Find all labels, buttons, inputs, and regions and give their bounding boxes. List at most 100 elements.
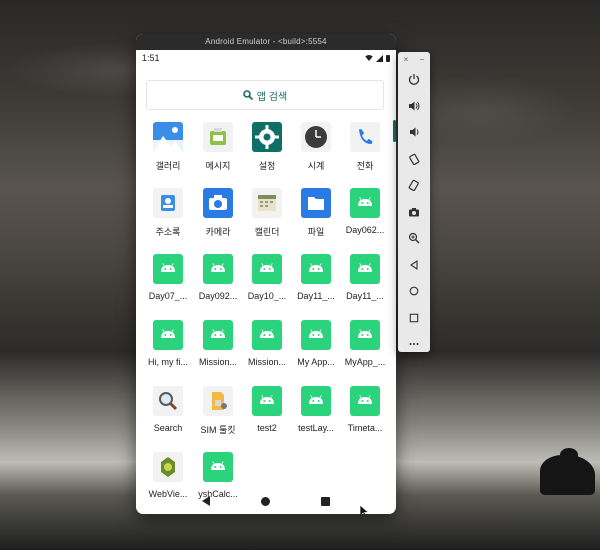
back-icon[interactable]: [398, 252, 430, 279]
volume-down-icon[interactable]: [398, 119, 430, 146]
close-icon[interactable]: ×: [404, 55, 409, 64]
status-bar: 1:51: [136, 50, 396, 66]
search-label: 앱 검색: [256, 91, 288, 103]
app-launcher-item[interactable]: Timeta...: [339, 386, 391, 433]
minimize-icon[interactable]: −: [420, 55, 425, 64]
background-rock-peak: [560, 448, 578, 462]
app-launcher-item[interactable]: 카메라: [192, 188, 244, 238]
app-launcher-item[interactable]: Day10_...: [241, 254, 293, 301]
android-icon: [301, 320, 331, 350]
app-label: Day10_...: [247, 291, 287, 301]
app-launcher-item[interactable]: 전화: [339, 122, 391, 172]
app-launcher-item[interactable]: Mission...: [241, 320, 293, 367]
contacts-icon: [153, 188, 183, 218]
clock-icon: [301, 122, 331, 152]
app-label: testLay...: [298, 423, 334, 433]
nav-home-icon[interactable]: [260, 496, 270, 506]
search-icon: [242, 90, 253, 100]
app-launcher-item[interactable]: Mission...: [192, 320, 244, 367]
android-icon: [203, 452, 233, 482]
app-label: Mission...: [198, 357, 237, 367]
app-label: Day11_...: [297, 291, 335, 301]
gallery-icon: [153, 122, 183, 152]
app-label: My App...: [297, 357, 335, 367]
app-launcher-item[interactable]: 메시지: [192, 122, 244, 172]
app-label: Timeta...: [347, 423, 383, 433]
android-icon: [203, 254, 233, 284]
app-launcher-item[interactable]: Day07_...: [142, 254, 194, 301]
status-time: 1:51: [142, 53, 160, 63]
app-label: MyApp_...: [344, 357, 386, 367]
nav-back-icon[interactable]: [201, 496, 210, 506]
app-label: Day11_...: [346, 291, 384, 301]
camera-icon: [203, 188, 233, 218]
app-label: Mission...: [247, 357, 286, 367]
emulator-window: Android Emulator - <build>:5554 1:51 앱 검…: [136, 34, 396, 514]
app-label: 주소록: [155, 227, 181, 237]
rotate-right-icon[interactable]: [398, 172, 430, 199]
android-icon: [350, 320, 380, 350]
mouse-cursor-icon: [360, 505, 369, 514]
messages-icon: [203, 122, 233, 152]
app-launcher-item[interactable]: Day11_...: [290, 254, 342, 301]
app-label: SIM 툴킷: [200, 425, 236, 435]
app-label: 메시지: [205, 161, 231, 171]
app-label: Day062...: [345, 225, 385, 235]
app-label: 캘린더: [254, 227, 280, 237]
app-launcher-item[interactable]: Search: [142, 386, 194, 433]
magnifier-app-icon: [153, 386, 183, 416]
emulator-side-toolbar: × −: [398, 52, 430, 352]
phone-icon: [350, 122, 380, 152]
window-title: Android Emulator - <build>:5554: [136, 34, 396, 50]
app-launcher-item[interactable]: Day092...: [192, 254, 244, 301]
android-icon: [252, 254, 282, 284]
app-launcher-item[interactable]: 갤러리: [142, 122, 194, 172]
home-icon[interactable]: [398, 278, 430, 305]
scroll-indicator: [393, 120, 396, 142]
zoom-icon[interactable]: [398, 225, 430, 252]
app-launcher-item[interactable]: 파일: [290, 188, 342, 238]
app-launcher-item[interactable]: Day062...: [339, 188, 391, 235]
app-launcher-item[interactable]: Day11_...: [339, 254, 391, 301]
app-label: test2: [257, 423, 277, 433]
navigation-bar: [136, 488, 396, 514]
app-label: 시계: [307, 161, 325, 171]
android-icon: [350, 254, 380, 284]
app-label: Hi, my fi...: [148, 357, 188, 367]
android-icon: [203, 320, 233, 350]
more-icon[interactable]: [398, 331, 430, 358]
files-icon: [301, 188, 331, 218]
android-icon: [252, 386, 282, 416]
app-launcher-item[interactable]: 캘린더: [241, 188, 293, 238]
app-search-bar[interactable]: 앱 검색: [146, 80, 384, 110]
app-launcher-item[interactable]: My App...: [290, 320, 342, 367]
app-label: 전화: [356, 161, 374, 171]
android-icon: [350, 386, 380, 416]
app-label: 설정: [258, 161, 276, 171]
android-icon: [252, 320, 282, 350]
rotate-left-icon[interactable]: [398, 146, 430, 173]
sim-toolkit-icon: [203, 386, 233, 416]
app-label: 카메라: [205, 227, 231, 237]
nav-recents-icon[interactable]: [321, 496, 331, 506]
power-icon[interactable]: [398, 66, 430, 93]
android-icon: [153, 320, 183, 350]
app-launcher-item[interactable]: Hi, my fi...: [142, 320, 194, 367]
wifi-icon: [365, 55, 373, 61]
calendar-icon: [252, 188, 282, 218]
app-label: Day092...: [198, 291, 238, 301]
app-launcher-item[interactable]: MyApp_...: [339, 320, 391, 367]
app-launcher-item[interactable]: test2: [241, 386, 293, 433]
camera-screenshot-icon[interactable]: [398, 199, 430, 226]
signal-icon: [376, 54, 383, 62]
overview-icon[interactable]: [398, 305, 430, 332]
app-launcher-item[interactable]: SIM 툴킷: [192, 386, 244, 436]
app-launcher-item[interactable]: testLay...: [290, 386, 342, 433]
android-icon: [301, 386, 331, 416]
app-launcher-item[interactable]: 주소록: [142, 188, 194, 238]
app-launcher-item[interactable]: 설정: [241, 122, 293, 172]
app-label: Search: [153, 423, 183, 433]
app-label: 갤러리: [155, 161, 181, 171]
volume-up-icon[interactable]: [398, 93, 430, 120]
app-launcher-item[interactable]: 시계: [290, 122, 342, 172]
